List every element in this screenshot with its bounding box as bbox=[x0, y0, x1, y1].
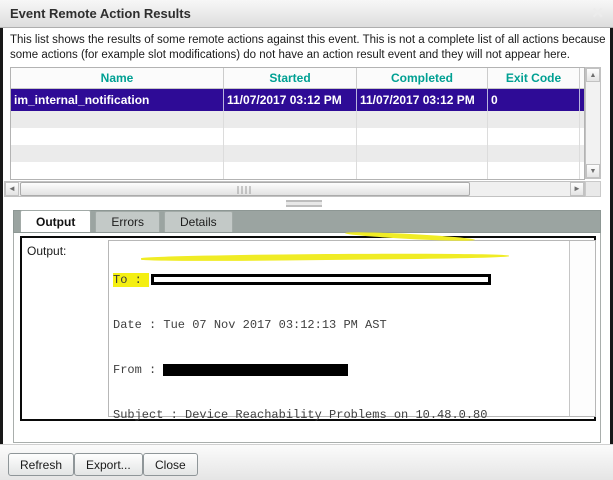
tab-output-label: Output bbox=[36, 215, 75, 229]
column-header-spacer bbox=[580, 68, 584, 88]
output-field-group: Output: To : Date : Tue 07 Nov 2017 03:1… bbox=[20, 236, 596, 421]
cell-completed: 11/07/2017 03:12 PM bbox=[357, 89, 488, 111]
scroll-down-icon[interactable]: ▼ bbox=[586, 164, 600, 178]
tab-details[interactable]: Details bbox=[164, 211, 233, 232]
scrollbar-grip-icon bbox=[238, 186, 253, 194]
output-line-subject: Subject : Device Reachability Problems o… bbox=[113, 408, 491, 423]
button-bar: Refresh Export... Close bbox=[0, 444, 613, 480]
scroll-left-icon[interactable]: ◄ bbox=[5, 182, 19, 196]
refresh-button[interactable]: Refresh bbox=[8, 453, 74, 476]
output-tab-panel: Output: To : Date : Tue 07 Nov 2017 03:1… bbox=[13, 233, 601, 443]
scrollbar-corner bbox=[585, 181, 601, 197]
tab-errors[interactable]: Errors bbox=[95, 211, 160, 232]
scroll-right-icon[interactable]: ► bbox=[570, 182, 584, 196]
output-scrollbar-gutter[interactable] bbox=[569, 241, 595, 416]
table-header-row: Name Started Completed Exit Code bbox=[11, 68, 584, 89]
tab-output[interactable]: Output bbox=[20, 210, 91, 232]
output-field-label: Output: bbox=[27, 244, 66, 258]
dialog-title: Event Remote Action Results bbox=[10, 6, 191, 21]
redaction-bar bbox=[151, 274, 491, 285]
redaction-bar bbox=[163, 364, 348, 376]
cell-name: im_internal_notification bbox=[11, 89, 224, 111]
results-table: Name Started Completed Exit Code im_inte… bbox=[10, 67, 585, 180]
splitter-handle[interactable] bbox=[286, 200, 322, 207]
tab-errors-label: Errors bbox=[111, 215, 144, 229]
event-remote-action-results-dialog: Event Remote Action Results ✕ This list … bbox=[0, 0, 613, 480]
column-header-completed[interactable]: Completed bbox=[357, 68, 488, 88]
dialog-left-border bbox=[0, 28, 3, 448]
column-header-started[interactable]: Started bbox=[224, 68, 357, 88]
close-icon[interactable]: ✕ bbox=[591, 4, 604, 22]
table-vertical-scrollbar[interactable]: ▲ ▼ bbox=[585, 67, 601, 179]
tab-strip: Output Errors Details bbox=[13, 210, 601, 233]
title-bar[interactable]: Event Remote Action Results ✕ bbox=[0, 0, 613, 28]
output-line-from: From : bbox=[113, 363, 491, 378]
highlight-marker bbox=[345, 231, 475, 243]
table-empty-row bbox=[11, 128, 584, 145]
description-text: This list shows the results of some remo… bbox=[10, 33, 606, 63]
output-line-to: To : bbox=[113, 273, 491, 288]
tab-details-label: Details bbox=[180, 215, 217, 229]
scroll-up-icon[interactable]: ▲ bbox=[586, 68, 600, 82]
table-empty-row bbox=[11, 111, 584, 128]
table-horizontal-scrollbar[interactable]: ◄ ► bbox=[4, 181, 585, 197]
horizontal-scrollbar-thumb[interactable] bbox=[20, 182, 470, 196]
column-header-name[interactable]: Name bbox=[11, 68, 224, 88]
cell-started: 11/07/2017 03:12 PM bbox=[224, 89, 357, 111]
table-empty-row bbox=[11, 162, 584, 179]
highlighted-to-label: To : bbox=[113, 273, 149, 287]
close-button[interactable]: Close bbox=[143, 453, 198, 476]
output-textarea[interactable]: To : Date : Tue 07 Nov 2017 03:12:13 PM … bbox=[108, 240, 596, 417]
column-header-exit-code[interactable]: Exit Code bbox=[488, 68, 580, 88]
output-line-date: Date : Tue 07 Nov 2017 03:12:13 PM AST bbox=[113, 318, 491, 333]
cell-exit-code: 0 bbox=[488, 89, 580, 111]
table-row-selected[interactable]: im_internal_notification 11/07/2017 03:1… bbox=[11, 89, 584, 111]
table-empty-row bbox=[11, 145, 584, 162]
cell-spacer bbox=[580, 89, 584, 111]
export-button[interactable]: Export... bbox=[74, 453, 143, 476]
